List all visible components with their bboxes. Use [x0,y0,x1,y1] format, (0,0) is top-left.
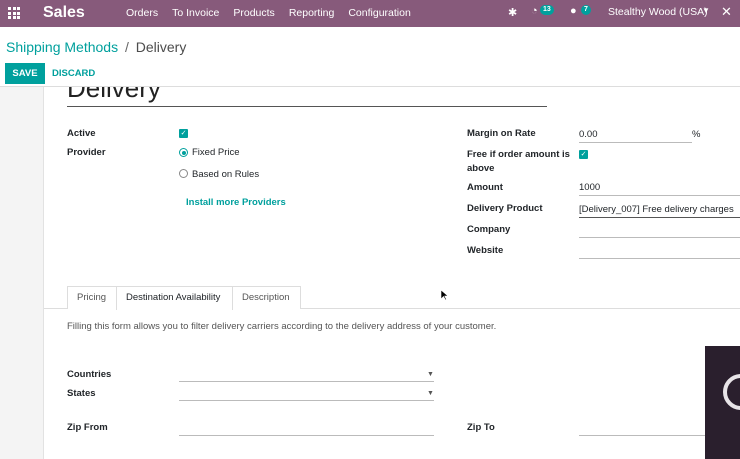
mouse-cursor-icon [441,290,449,300]
delivery-product-underline [579,217,740,218]
countries-input[interactable] [179,368,434,381]
margin-input[interactable]: 0.00 [579,128,598,141]
active-label: Active [67,128,96,139]
amount-underline [579,195,740,196]
zip-to-label: Zip To [467,422,495,433]
free-if-checkbox[interactable]: ✓ [579,150,588,159]
caret-down-icon[interactable]: ▼ [702,6,710,15]
destination-help-text: Filling this form allows you to filter d… [67,321,497,332]
messages-chat-icon[interactable]: ● [570,5,577,17]
fixed-price-label[interactable]: Fixed Price [192,146,240,159]
based-on-rules-label[interactable]: Based on Rules [192,168,259,181]
zip-from-input[interactable] [179,421,434,434]
debug-bug-icon[interactable]: ✱ [508,6,517,19]
activity-count-badge: 13 [540,5,554,15]
company-label: Company [467,224,511,235]
margin-underline [579,142,692,143]
active-checkbox[interactable]: ✓ [179,129,188,138]
based-on-rules-radio[interactable] [179,169,188,178]
app-name[interactable]: Sales [43,3,85,23]
margin-label: Margin on Rate [467,128,536,139]
form-sheet: Delivery Active ✓ Provider Fixed Price B… [43,87,740,459]
delivery-product-label: Delivery Product [467,203,543,214]
record-title: Delivery [67,87,161,103]
loading-ring-icon [723,374,740,410]
name-field[interactable]: Delivery [67,87,547,107]
zip-from-label: Zip From [67,422,108,433]
discard-button[interactable]: DISCARD [52,63,95,84]
activity-clock-icon[interactable]: ◔ [531,5,538,17]
tools-icon[interactable]: ✕ [721,4,732,20]
top-navbar: Sales Orders To Invoice Products Reporti… [0,0,740,27]
free-if-label-line2: above [467,163,495,174]
amount-label: Amount [467,182,503,193]
website-underline [579,258,740,259]
fixed-price-radio[interactable] [179,148,188,157]
website-label: Website [467,245,504,256]
menu-item-products[interactable]: Products [226,0,281,27]
states-label: States [67,388,96,399]
menu-item-reporting[interactable]: Reporting [282,0,342,27]
delivery-product-input[interactable]: [Delivery_007] Free delivery charges [579,203,734,216]
apps-menu-icon[interactable] [8,7,20,19]
breadcrumb: Shipping Methods / Delivery [6,39,186,55]
install-providers-link[interactable]: Install more Providers [186,197,286,208]
company-switcher[interactable]: Stealthy Wood (USA) [608,6,708,18]
tab-pricing[interactable]: Pricing [67,286,117,309]
margin-unit: % [692,129,701,140]
zip-from-underline [179,435,434,436]
free-if-label-line1: Free if order amount is [467,149,570,160]
main-menu: Orders To Invoice Products Reporting Con… [119,0,418,27]
message-count-badge: 7 [581,5,591,15]
tab-destination-availability[interactable]: Destination Availability [116,286,233,310]
menu-item-configuration[interactable]: Configuration [341,0,417,27]
menu-item-to-invoice[interactable]: To Invoice [165,0,226,27]
states-underline [179,400,434,401]
save-button[interactable]: SAVE [5,63,45,84]
countries-underline [179,381,434,382]
provider-label: Provider [67,147,106,158]
video-overlay [705,346,740,459]
countries-label: Countries [67,369,112,380]
tab-description[interactable]: Description [232,286,301,309]
breadcrumb-separator: / [124,39,129,55]
company-underline [579,237,740,238]
states-input[interactable] [179,387,434,400]
breadcrumb-shipping-methods[interactable]: Shipping Methods [6,39,118,55]
breadcrumb-current: Delivery [135,39,187,55]
countries-dropdown-caret-icon[interactable]: ▼ [427,371,434,378]
control-panel: Shipping Methods / Delivery SAVE DISCARD [0,27,740,87]
menu-item-orders[interactable]: Orders [119,0,165,27]
amount-input[interactable]: 1000 [579,181,600,194]
states-dropdown-caret-icon[interactable]: ▼ [427,390,434,397]
